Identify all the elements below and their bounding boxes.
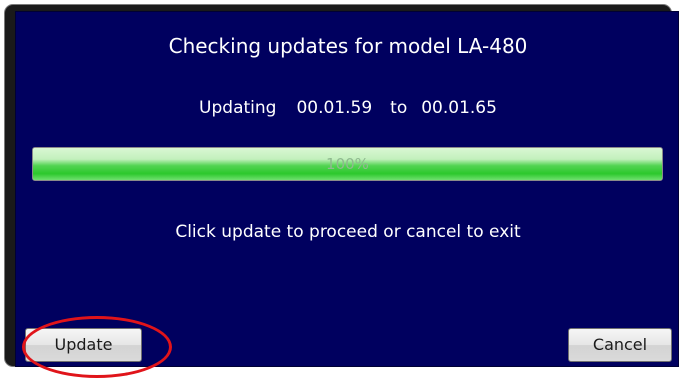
updating-label: Updating [199,98,277,118]
instruction-message: Click update to proceed or cancel to exi… [175,222,521,242]
dialog-title: Checking updates for model LA-480 [168,34,528,58]
update-progress-bar: 100% [32,147,663,181]
update-dialog-panel: Checking updates for model LA-480 Updati… [15,11,680,378]
update-button[interactable]: Update [25,328,142,362]
from-version: 00.01.59 [296,98,373,118]
version-line: Updating 00.01.59 to 00.01.65 [16,98,680,118]
dialog-window: Checking updates for model LA-480 Updati… [4,4,679,378]
to-version: 00.01.65 [421,98,497,118]
version-connector: to [390,98,408,118]
cancel-button[interactable]: Cancel [568,328,672,362]
screenshot-frame: Checking updates for model LA-480 Updati… [0,0,683,378]
progress-percent-label: 100% [326,155,369,173]
